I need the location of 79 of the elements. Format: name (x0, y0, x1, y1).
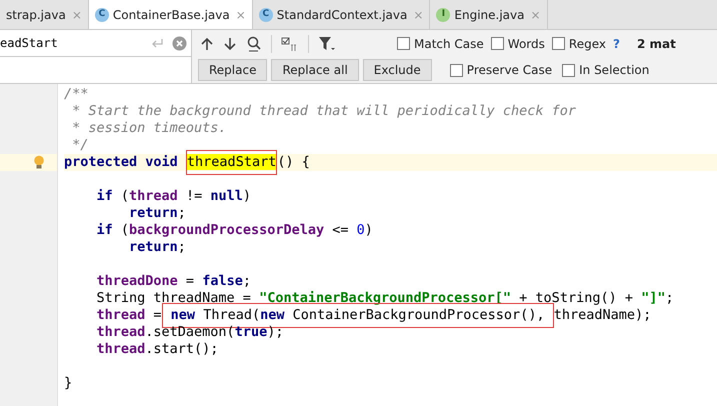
code-token: .start(); (145, 341, 218, 358)
code-token: threadDone (96, 273, 178, 290)
checkbox[interactable] (552, 37, 565, 50)
code-comment: /** (64, 86, 88, 103)
code-comment: * Start the background thread that will periodically check for (71, 103, 576, 120)
code-token: thread (96, 307, 146, 324)
code-token: 0 (356, 222, 365, 239)
tab-label: strap.java (6, 6, 66, 24)
select-occurrences-icon[interactable] (281, 36, 299, 52)
code-token: new (260, 307, 284, 323)
code-token: ; (665, 290, 674, 307)
replace-field[interactable] (0, 57, 192, 83)
code-token: thread (129, 188, 178, 205)
code-token: <= (331, 222, 350, 239)
code-comment: */ (71, 137, 88, 154)
code-token: backgroundProcessorDelay (129, 222, 324, 239)
replace-button[interactable]: Replace all (271, 59, 359, 81)
code-token: ) (242, 188, 251, 205)
code-token: () { (277, 154, 310, 171)
help-link[interactable]: ? (612, 34, 620, 52)
code-token: ; (178, 205, 186, 222)
code-token: protected void (64, 154, 179, 171)
code-token: new (170, 307, 196, 323)
code-comment: * session timeouts. (71, 120, 227, 137)
code-token: ( (120, 188, 130, 205)
arrow-down-icon[interactable] (223, 36, 237, 50)
enter-icon (150, 38, 164, 48)
arrow-up-icon[interactable] (200, 36, 214, 50)
code-token: "]" (641, 290, 666, 307)
code-token: return (128, 205, 178, 222)
checkbox-label: Preserve Case (466, 62, 552, 79)
code-token: ContainerBackgroundProcessor(), (292, 307, 546, 323)
interface-icon: I (436, 8, 450, 22)
code-token: threadStart (186, 154, 276, 170)
checkbox[interactable] (562, 64, 576, 76)
checkbox-label: Regex (568, 36, 606, 52)
class-icon: C (94, 8, 109, 22)
code-token: ; (242, 273, 251, 290)
code-token: threadName); (554, 307, 652, 324)
find-all-icon[interactable] (246, 36, 262, 52)
match-count: 2 mat (636, 36, 676, 52)
code-token: true (234, 324, 268, 341)
code-token: return (128, 239, 178, 256)
code-token: .setDaemon( (145, 324, 235, 341)
lightbulb-icon[interactable] (33, 155, 45, 170)
code-token: } (64, 375, 72, 392)
checkbox[interactable] (397, 37, 410, 50)
tab-label: Engine.java (454, 6, 524, 24)
checkbox[interactable] (450, 64, 463, 76)
code-token: String threadName = (96, 290, 252, 307)
code-token: "ContainerBackgroundProcessor[" (259, 290, 512, 307)
filter-icon[interactable] (318, 36, 336, 52)
tab-label: StandardContext.java (276, 6, 408, 24)
code-token: null (210, 188, 243, 205)
code-token: thread (96, 341, 146, 358)
code-token: if (96, 188, 113, 205)
code-token: ); (267, 324, 284, 341)
replace-button[interactable]: Replace (198, 59, 268, 81)
code-token: Thread( (202, 307, 260, 323)
code-token: if (96, 222, 113, 239)
class-icon: C (258, 8, 273, 22)
checkbox-label: Words (508, 36, 545, 52)
clear-icon[interactable] (172, 36, 187, 50)
checkbox-label: Match Case (414, 36, 484, 52)
checkbox-label: In Selection (579, 62, 650, 79)
tab-label: ContainerBase.java (112, 6, 230, 24)
checkbox[interactable] (490, 37, 504, 50)
code-token: = (152, 307, 162, 324)
code-token: = (184, 273, 196, 290)
code-token: + toString() + (518, 290, 634, 307)
editor-tab[interactable]: C ContainerBase.java × (88, 0, 253, 29)
code-token: ) (364, 222, 373, 239)
replace-button[interactable]: Exclude (362, 59, 432, 81)
search-field[interactable]: eadStart (0, 30, 192, 57)
code-token: thread (96, 324, 146, 341)
code-token: false (202, 273, 243, 290)
code-token: != (184, 188, 204, 205)
code-token: ; (178, 239, 186, 256)
code-token: ( (120, 222, 130, 239)
